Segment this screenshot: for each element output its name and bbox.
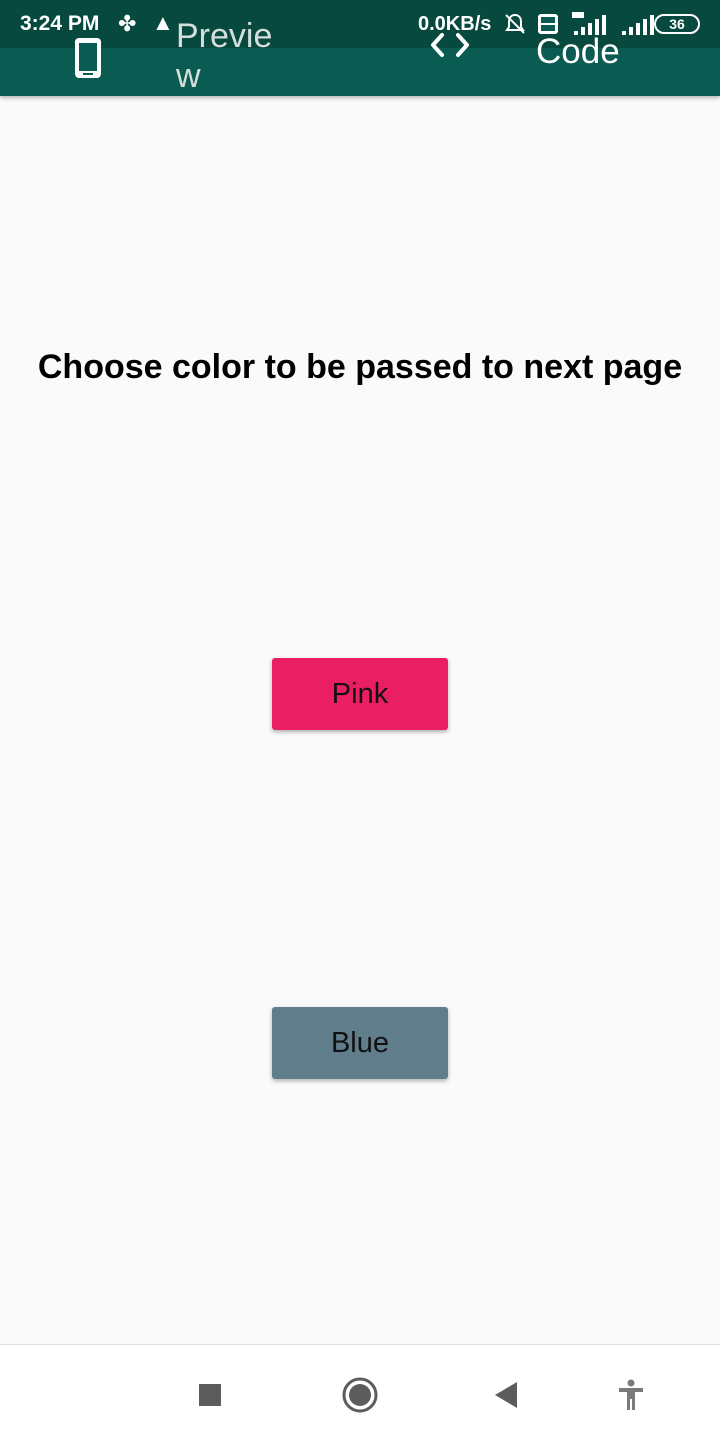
tab-preview[interactable]: Preview [50,16,330,96]
page-title: Choose color to be passed to next page [37,348,683,386]
home-icon [342,1377,378,1413]
blue-button[interactable]: Blue [272,1007,448,1079]
recents-button[interactable] [186,1371,234,1419]
phone-icon [75,38,101,78]
home-button[interactable] [336,1371,384,1419]
tab-code-label: Code [536,32,620,71]
accessibility-button[interactable] [607,1371,655,1419]
pink-button[interactable]: Pink [272,658,448,730]
battery-icon: 36 [654,14,700,34]
code-icon [431,33,469,57]
back-icon [495,1382,517,1408]
battery-level: 36 [669,16,685,32]
recents-icon [199,1384,221,1406]
app-bar: 3:24 PM ✤ ▲ 0.0KB/s 36 Preview Code [0,0,720,96]
system-nav-bar [0,1344,720,1440]
accessibility-icon [619,1379,643,1410]
tab-code[interactable]: Code [420,26,660,86]
back-button[interactable] [482,1371,530,1419]
tab-preview-label: Preview [176,17,273,95]
